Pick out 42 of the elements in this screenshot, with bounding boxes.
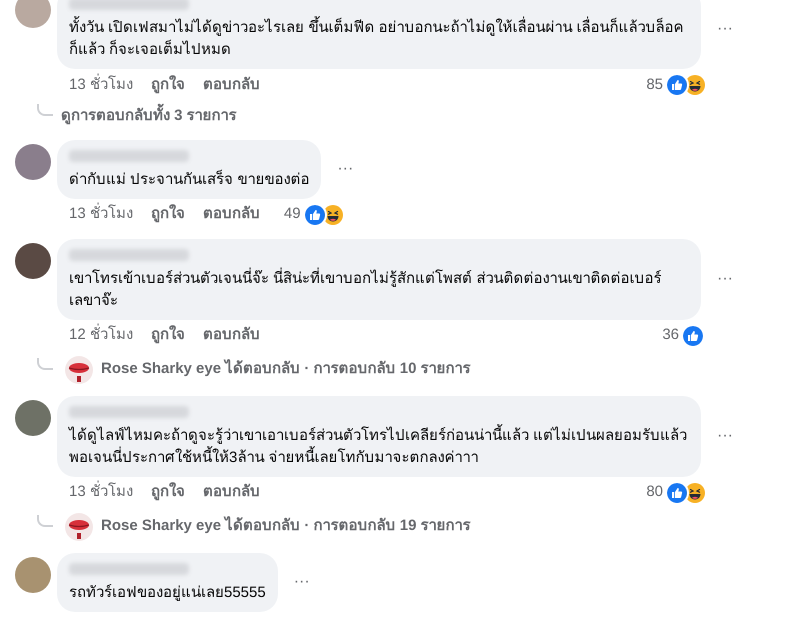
laughing-reaction-icon xyxy=(685,75,705,95)
thread-line xyxy=(37,514,53,526)
thread-line xyxy=(37,358,53,370)
timestamp[interactable]: 13 ชั่วโมง xyxy=(69,74,133,96)
more-options-button[interactable]: ··· xyxy=(713,16,737,40)
like-reaction-icon xyxy=(302,202,327,226)
replies-summary-link[interactable]: Rose Sharky eye ได้ตอบกลับ · การตอบกลับ 19 รายการ xyxy=(101,515,471,538)
reply-button[interactable]: ตอบกลับ xyxy=(202,481,260,504)
avatar[interactable] xyxy=(15,400,51,436)
reply-button[interactable]: ตอบกลับ xyxy=(202,74,260,96)
more-options-button[interactable]: ··· xyxy=(713,424,737,448)
more-options-button[interactable]: ··· xyxy=(713,267,737,291)
comment-text: ด่ากับแม่ ประจานกันเสร็จ ขายของต่อ xyxy=(69,168,310,190)
like-reaction-icon xyxy=(681,324,705,348)
view-replies-link[interactable]: ดูการตอบกลับทั้ง 3 รายการ xyxy=(61,105,237,128)
reaction-count[interactable]: 85 xyxy=(646,74,663,96)
like-button[interactable]: ถูกใจ xyxy=(150,203,185,226)
timestamp[interactable]: 13 ชั่วโมง xyxy=(69,203,133,226)
like-button[interactable]: ถูกใจ xyxy=(150,324,185,347)
replies-summary-link[interactable]: Rose Sharky eye ได้ตอบกลับ · การตอบกลับ 10 รายการ xyxy=(101,358,471,381)
comment-text: รถทัวร์เอฟของอยู่แน่เลย55555 xyxy=(69,582,266,603)
avatar[interactable] xyxy=(15,242,51,278)
like-button[interactable]: ถูกใจ xyxy=(150,74,185,96)
reaction-count[interactable]: 80 xyxy=(646,481,663,504)
timestamp[interactable]: 13 ชั่วโมง xyxy=(69,481,133,504)
timestamp[interactable]: 12 ชั่วโมง xyxy=(69,324,133,347)
laughing-reaction-icon xyxy=(685,482,705,502)
like-reaction-icon xyxy=(665,480,689,504)
like-reaction-icon xyxy=(665,73,689,97)
avatar[interactable] xyxy=(15,144,51,180)
comment-text: ได้ดูไลฟ์ไหมคะถ้าดูจะรู้ว่าเขาเอาเบอร์ส่วนตัวโทรไปเคลียร์ก่อนน่านี้แล้ว แต่ไม่เปนผลยอมรับแล้วพอเจนนี่ประกาศใช้หนี้ให้3ล้าน จ่ายหนี้เลยโทกับมาจะตกลงค่าาา xyxy=(69,424,689,468)
like-button[interactable]: ถูกใจ xyxy=(150,481,185,504)
reply-button[interactable]: ตอบกลับ xyxy=(202,324,260,347)
more-options-button[interactable]: ··· xyxy=(333,157,358,181)
comment-text: ทั้งวัน เปิดเฟสมาไม่ได้ดูข่าวอะไรเลย ขึ้นเต็มฟีด อย่าบอกนะถ้าไม่ดูให้เลื่อนผ่าน เลื่อนก็แล้วบล็อคก็แล้ว ก็จะเจอเต็มไปหมด xyxy=(69,17,689,61)
thread-line xyxy=(37,104,53,116)
reaction-count[interactable]: 36 xyxy=(662,324,679,347)
more-options-button[interactable]: ··· xyxy=(290,570,314,594)
reply-button[interactable]: ตอบกลับ xyxy=(202,203,260,226)
reaction-count[interactable]: 49 xyxy=(284,203,301,226)
laughing-reaction-icon xyxy=(322,204,343,224)
comment-text: เขาโทรเข้าเบอร์ส่วนตัวเจนนี่จ๊ะ นี่สิน่ะที่เขาบอกไม่รู้สักแต่โพสต์ ส่วนติดต่องานเขาติดต่อเบอร์เลขาจ๊ะ xyxy=(69,268,662,310)
